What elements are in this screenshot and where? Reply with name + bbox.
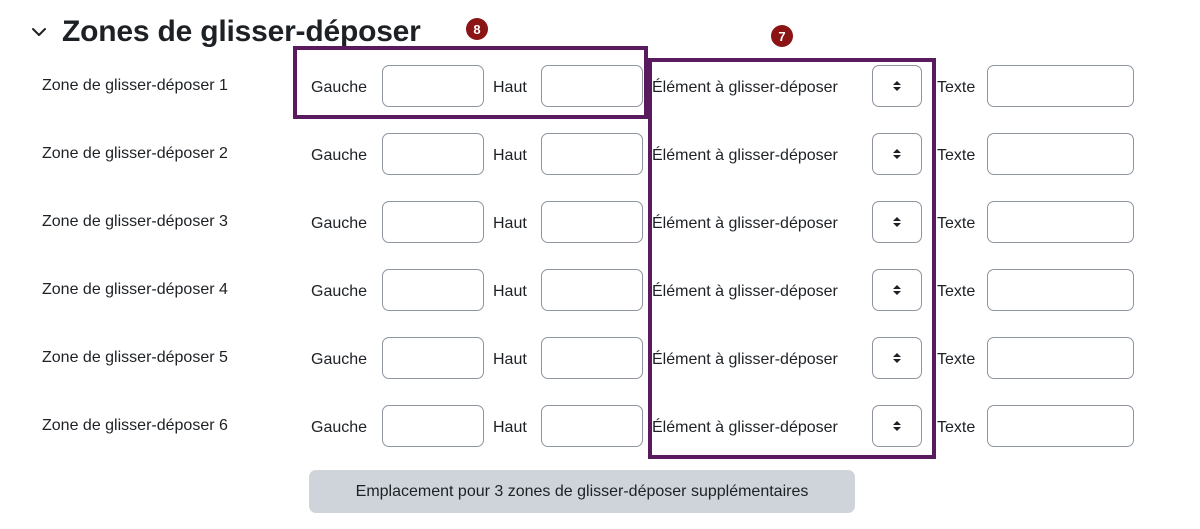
- section-title: Zones de glisser-déposer: [62, 15, 421, 48]
- section-header[interactable]: Zones de glisser-déposer: [24, 8, 421, 56]
- left-label: Gauche: [311, 283, 368, 300]
- drag-item-label: Élément à glisser-déposer: [652, 351, 838, 368]
- top-input[interactable]: [541, 65, 643, 107]
- text-input[interactable]: [987, 133, 1134, 175]
- dropzone-row-5: Zone de glisser-déposer 5 Gauche Haut Él…: [0, 337, 1200, 383]
- drag-item-select[interactable]: [872, 405, 922, 447]
- top-input[interactable]: [541, 405, 643, 447]
- left-input[interactable]: [382, 269, 484, 311]
- text-input[interactable]: [987, 201, 1134, 243]
- text-label: Texte: [937, 147, 976, 164]
- top-input[interactable]: [541, 133, 643, 175]
- select-arrows-icon: [893, 217, 901, 227]
- text-input[interactable]: [987, 269, 1134, 311]
- top-input[interactable]: [541, 269, 643, 311]
- left-input[interactable]: [382, 405, 484, 447]
- add-dropzones-button[interactable]: Emplacement pour 3 zones de glisser-dépo…: [309, 470, 855, 513]
- drag-item-label: Élément à glisser-déposer: [652, 147, 838, 164]
- text-input[interactable]: [987, 65, 1134, 107]
- text-input[interactable]: [987, 405, 1134, 447]
- select-arrows-icon: [893, 421, 901, 431]
- left-input[interactable]: [382, 65, 484, 107]
- drag-item-select[interactable]: [872, 133, 922, 175]
- text-label: Texte: [937, 351, 976, 368]
- drag-item-label: Élément à glisser-déposer: [652, 283, 838, 300]
- drag-item-select[interactable]: [872, 65, 922, 107]
- top-label: Haut: [493, 79, 527, 96]
- left-input[interactable]: [382, 133, 484, 175]
- text-input[interactable]: [987, 337, 1134, 379]
- chevron-down-icon[interactable]: [24, 17, 54, 47]
- text-label: Texte: [937, 283, 976, 300]
- left-label: Gauche: [311, 351, 368, 368]
- top-label: Haut: [493, 283, 527, 300]
- annotation-highlight-box-7: [648, 58, 936, 459]
- drag-item-label: Élément à glisser-déposer: [652, 215, 838, 232]
- select-arrows-icon: [893, 353, 901, 363]
- text-label: Texte: [937, 79, 976, 96]
- text-label: Texte: [937, 419, 976, 436]
- drag-item-select[interactable]: [872, 201, 922, 243]
- dropzone-row-6: Zone de glisser-déposer 6 Gauche Haut Él…: [0, 405, 1200, 451]
- top-input[interactable]: [541, 337, 643, 379]
- dropzone-row-1: Zone de glisser-déposer 1 Gauche Haut Él…: [0, 65, 1200, 111]
- dropzone-row-2: Zone de glisser-déposer 2 Gauche Haut Él…: [0, 133, 1200, 179]
- drag-item-label: Élément à glisser-déposer: [652, 79, 838, 96]
- select-arrows-icon: [893, 81, 901, 91]
- dropzone-label: Zone de glisser-déposer 3: [42, 213, 228, 230]
- dropzone-label: Zone de glisser-déposer 1: [42, 77, 228, 94]
- dropzone-label: Zone de glisser-déposer 2: [42, 145, 228, 162]
- top-label: Haut: [493, 215, 527, 232]
- top-label: Haut: [493, 351, 527, 368]
- top-label: Haut: [493, 147, 527, 164]
- left-input[interactable]: [382, 337, 484, 379]
- dropzone-label: Zone de glisser-déposer 6: [42, 417, 228, 434]
- drag-item-select[interactable]: [872, 337, 922, 379]
- drag-item-select[interactable]: [872, 269, 922, 311]
- drag-item-label: Élément à glisser-déposer: [652, 419, 838, 436]
- left-label: Gauche: [311, 419, 368, 436]
- dropzone-label: Zone de glisser-déposer 5: [42, 349, 228, 366]
- select-arrows-icon: [893, 285, 901, 295]
- left-label: Gauche: [311, 147, 368, 164]
- left-input[interactable]: [382, 201, 484, 243]
- dropzone-row-4: Zone de glisser-déposer 4 Gauche Haut Él…: [0, 269, 1200, 315]
- left-label: Gauche: [311, 79, 368, 96]
- annotation-badge-8: 8: [466, 18, 488, 40]
- top-label: Haut: [493, 419, 527, 436]
- dropzone-row-3: Zone de glisser-déposer 3 Gauche Haut Él…: [0, 201, 1200, 247]
- annotation-badge-7: 7: [771, 25, 793, 47]
- left-label: Gauche: [311, 215, 368, 232]
- text-label: Texte: [937, 215, 976, 232]
- dropzone-label: Zone de glisser-déposer 4: [42, 281, 228, 298]
- top-input[interactable]: [541, 201, 643, 243]
- select-arrows-icon: [893, 149, 901, 159]
